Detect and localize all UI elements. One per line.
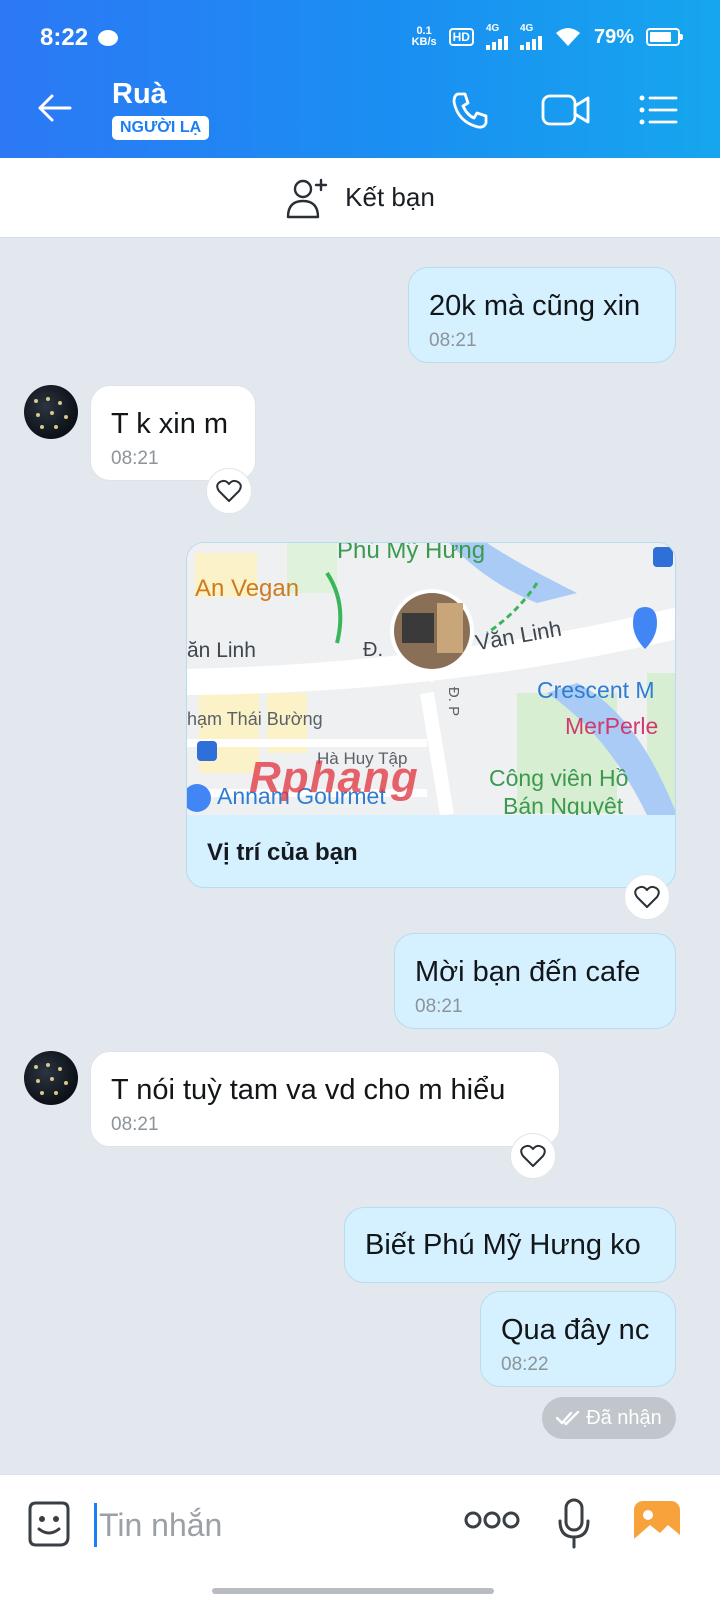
message-bubble[interactable]: 20k mà cũng xin 08:21 [408, 267, 676, 363]
message-time: 08:21 [111, 1114, 159, 1135]
phone-icon[interactable] [448, 88, 492, 132]
delivery-status-label: Đã nhận [586, 1406, 662, 1429]
message-notification-icon [98, 30, 118, 46]
map-label: hạm Thái Bường [187, 709, 323, 729]
add-user-icon [286, 178, 328, 218]
heart-icon [520, 1144, 546, 1167]
map-preview[interactable]: Phú Mỹ Hưng An Vegan ăn Linh Đ. Văn Linh… [187, 543, 675, 815]
message-text: Qua đây nc [501, 1314, 650, 1346]
map-label: Đ. [363, 639, 383, 661]
message-time: 08:22 [501, 1354, 549, 1375]
heart-icon [634, 885, 660, 908]
react-heart-button[interactable] [624, 874, 670, 920]
message-time: 08:21 [111, 448, 159, 469]
message-time: 08:21 [429, 330, 477, 351]
contact-name[interactable]: Ruà [112, 78, 167, 111]
battery-icon [646, 28, 683, 46]
video-call-icon[interactable] [540, 88, 592, 132]
top-bar: 8:22 0.1 KB/s HD 4G 4G 79% Ruà NGƯỜI LẠ [0, 0, 720, 160]
battery-percent: 79% [593, 25, 634, 48]
location-message[interactable]: Phú Mỹ Hưng An Vegan ăn Linh Đ. Văn Linh… [186, 542, 676, 888]
map-label: Công viên Hồ [489, 765, 629, 791]
back-arrow-icon[interactable] [34, 88, 74, 128]
menu-list-icon[interactable] [636, 88, 680, 132]
react-heart-button[interactable] [206, 468, 252, 514]
sim1-network-type: 4G [485, 23, 500, 34]
map-label: Crescent M [537, 677, 655, 703]
chat-messages[interactable]: 20k mà cũng xin 08:21 T k xin m 08:21 Ph… [0, 239, 720, 1501]
status-bar: 8:22 0.1 KB/s HD 4G 4G 79% [0, 0, 720, 64]
microphone-icon[interactable] [556, 1497, 592, 1549]
avatar[interactable] [24, 1051, 78, 1105]
map-label: Đ. P [445, 686, 463, 717]
network-speed: 0.1 KB/s [412, 26, 437, 48]
message-text: T nói tuỳ tam va vd cho m hiểu [111, 1074, 506, 1106]
double-check-icon [556, 1410, 580, 1426]
map-label: MerPerle [565, 713, 659, 739]
message-input[interactable]: Tin nhắn [94, 1503, 222, 1547]
sim2-signal-icon: 4G [519, 23, 542, 50]
message-composer: Tin nhắn [0, 1474, 720, 1600]
text-caret [94, 1503, 97, 1547]
message-bubble[interactable]: T k xin m 08:21 [90, 385, 256, 481]
home-indicator [212, 1588, 494, 1594]
message-text: Mời bạn đến cafe [415, 956, 641, 988]
map-label: Bán Nguyệt [503, 793, 624, 815]
battery-fill [650, 32, 671, 42]
message-bubble[interactable]: Qua đây nc 08:22 [480, 1291, 676, 1387]
react-heart-button[interactable] [510, 1133, 556, 1179]
status-time: 8:22 [40, 24, 89, 51]
message-text: Biết Phú Mỹ Hưng ko [365, 1229, 641, 1261]
map-label: ăn Linh [187, 639, 256, 662]
message-bubble[interactable]: Mời bạn đến cafe 08:21 [394, 933, 676, 1029]
hd-voice-icon: HD [448, 28, 474, 46]
status-indicators: 0.1 KB/s HD 4G 4G 79% [412, 23, 683, 50]
message-text: T k xin m [111, 408, 229, 440]
wifi-icon [555, 28, 580, 46]
chat-header: Ruà NGƯỜI LẠ [0, 64, 720, 158]
avatar[interactable] [24, 385, 78, 439]
stranger-badge: NGƯỜI LẠ [112, 116, 210, 140]
sim2-network-type: 4G [519, 23, 534, 34]
more-dots-icon[interactable] [464, 1509, 520, 1531]
message-bubble[interactable]: Biết Phú Mỹ Hưng ko [344, 1207, 676, 1283]
location-caption: Vị trí của bạn [207, 839, 358, 866]
message-time: 08:21 [415, 996, 463, 1017]
watermark: Rphang [249, 753, 419, 802]
message-bubble[interactable]: T nói tuỳ tam va vd cho m hiểu 08:21 [90, 1051, 560, 1147]
sim1-signal-icon: 4G [485, 23, 508, 50]
delivery-status: Đã nhận [542, 1397, 676, 1439]
add-friend-label: Kết bạn [345, 182, 435, 212]
image-icon[interactable] [632, 1499, 682, 1547]
heart-icon [216, 479, 242, 502]
emoji-icon[interactable] [24, 1499, 74, 1549]
network-speed-unit: KB/s [411, 36, 437, 48]
map-label: An Vegan [195, 575, 300, 602]
add-friend-button[interactable]: Kết bạn [0, 158, 720, 238]
map-label: Phú Mỹ Hưng [337, 543, 486, 564]
message-text: 20k mà cũng xin [429, 290, 641, 322]
message-input-placeholder: Tin nhắn [99, 1506, 223, 1543]
